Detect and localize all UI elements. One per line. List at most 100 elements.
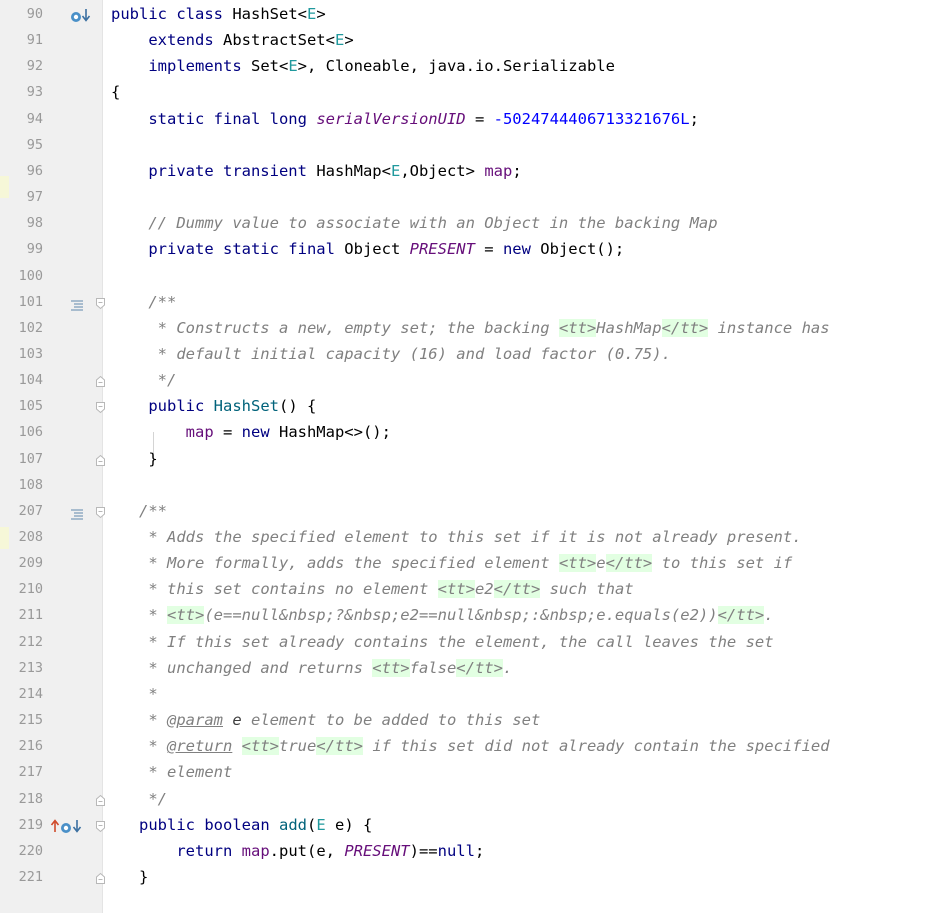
line-number[interactable]: 102 xyxy=(0,315,43,341)
code-text[interactable]: */ xyxy=(111,367,177,393)
code-line[interactable]: 101 /** xyxy=(0,289,946,315)
code-line[interactable]: 106 map = new HashMap<>(); xyxy=(0,419,946,445)
code-area[interactable]: 90 public class HashSet<E> 91 extends Abst… xyxy=(0,0,946,913)
code-text[interactable]: private transient HashMap<E,Object> map; xyxy=(111,158,521,184)
code-text[interactable]: * @return <tt>true</tt> if this set did … xyxy=(111,733,830,759)
line-number[interactable]: 100 xyxy=(0,263,43,289)
line-number[interactable]: 209 xyxy=(0,550,43,576)
line-number[interactable]: 107 xyxy=(0,446,43,472)
line-number[interactable]: 212 xyxy=(0,629,43,655)
code-text[interactable]: * this set contains no element <tt>e2</t… xyxy=(111,576,634,602)
code-text[interactable]: * Adds the specified element to this set… xyxy=(111,524,801,550)
line-number[interactable]: 91 xyxy=(0,27,43,53)
line-number[interactable]: 90 xyxy=(0,1,43,27)
fold-icon[interactable] xyxy=(95,295,106,314)
code-line[interactable]: 94 static final long serialVersionUID = … xyxy=(0,106,946,132)
code-line[interactable]: 97 xyxy=(0,184,946,210)
code-text[interactable]: implements Set<E>, Cloneable, java.io.Se… xyxy=(111,53,615,79)
line-number[interactable]: 214 xyxy=(0,681,43,707)
code-text[interactable]: extends AbstractSet<E> xyxy=(111,27,353,53)
line-number[interactable]: 219 xyxy=(0,812,43,838)
code-line[interactable]: 209 * More formally, adds the specified … xyxy=(0,550,946,576)
code-text[interactable]: static final long serialVersionUID = -50… xyxy=(111,106,699,132)
code-text[interactable]: * More formally, adds the specified elem… xyxy=(111,550,792,576)
line-number[interactable]: 104 xyxy=(0,367,43,393)
line-number[interactable]: 103 xyxy=(0,341,43,367)
line-number[interactable]: 210 xyxy=(0,576,43,602)
implements-up-icon[interactable] xyxy=(50,818,60,837)
fold-icon[interactable] xyxy=(95,399,106,418)
code-text[interactable]: private static final Object PRESENT = ne… xyxy=(111,236,624,262)
code-line[interactable]: 107 } xyxy=(0,446,946,472)
line-number[interactable]: 216 xyxy=(0,733,43,759)
line-number[interactable]: 213 xyxy=(0,655,43,681)
code-line[interactable]: 214 * xyxy=(0,681,946,707)
line-number[interactable]: 105 xyxy=(0,393,43,419)
code-text[interactable]: * xyxy=(111,681,157,707)
code-text[interactable]: /** xyxy=(111,289,176,315)
code-line[interactable]: 108 xyxy=(0,472,946,498)
code-line[interactable]: 95 xyxy=(0,132,946,158)
down-arrow-icon[interactable] xyxy=(72,818,82,837)
code-line[interactable]: 219 public boolean add(E e) { xyxy=(0,812,946,838)
line-number[interactable]: 92 xyxy=(0,53,43,79)
line-number[interactable]: 97 xyxy=(0,184,43,210)
code-text[interactable]: map = new HashMap<>(); xyxy=(111,419,391,445)
line-number[interactable]: 96 xyxy=(0,158,43,184)
fold-end-icon[interactable] xyxy=(95,452,106,471)
code-text[interactable]: * default initial capacity (16) and load… xyxy=(111,341,671,367)
code-line[interactable]: 92 implements Set<E>, Cloneable, java.io… xyxy=(0,53,946,79)
line-number[interactable]: 98 xyxy=(0,210,43,236)
code-line[interactable]: 215 * @param e element to be added to th… xyxy=(0,707,946,733)
line-number[interactable]: 217 xyxy=(0,759,43,785)
doc-lines-icon[interactable] xyxy=(70,296,84,315)
code-text[interactable]: } xyxy=(111,446,157,472)
line-number[interactable]: 101 xyxy=(0,289,43,315)
line-number[interactable]: 215 xyxy=(0,707,43,733)
fold-end-icon[interactable] xyxy=(95,870,106,889)
code-line[interactable]: 104 */ xyxy=(0,367,946,393)
code-editor[interactable]: 90 public class HashSet<E> 91 extends Abst… xyxy=(0,0,946,913)
code-line[interactable]: 221 } xyxy=(0,864,946,890)
code-line[interactable]: 102 * Constructs a new, empty set; the b… xyxy=(0,315,946,341)
line-number[interactable]: 95 xyxy=(0,132,43,158)
code-line[interactable]: 99 private static final Object PRESENT =… xyxy=(0,236,946,262)
code-text[interactable]: * <tt>(e==null&nbsp;?&nbsp;e2==null&nbsp… xyxy=(111,602,774,628)
code-line[interactable]: 207 /** xyxy=(0,498,946,524)
code-line[interactable]: 213 * unchanged and returns <tt>false</t… xyxy=(0,655,946,681)
line-number[interactable]: 218 xyxy=(0,786,43,812)
fold-end-icon[interactable] xyxy=(95,792,106,811)
line-number[interactable]: 99 xyxy=(0,236,43,262)
code-line[interactable]: 105 public HashSet() { xyxy=(0,393,946,419)
code-line[interactable]: 216 * @return <tt>true</tt> if this set … xyxy=(0,733,946,759)
code-text[interactable]: public boolean add(E e) { xyxy=(111,812,372,838)
code-line[interactable]: 211 * <tt>(e==null&nbsp;?&nbsp;e2==null&… xyxy=(0,602,946,628)
code-line[interactable]: 91 extends AbstractSet<E> xyxy=(0,27,946,53)
code-text[interactable]: * element xyxy=(111,759,232,785)
code-line[interactable]: 90 public class HashSet<E> xyxy=(0,1,946,27)
fold-end-icon[interactable] xyxy=(95,373,106,392)
line-number[interactable]: 220 xyxy=(0,838,43,864)
line-number[interactable]: 211 xyxy=(0,602,43,628)
line-number[interactable]: 108 xyxy=(0,472,43,498)
code-line[interactable]: 96 private transient HashMap<E,Object> m… xyxy=(0,158,946,184)
line-number[interactable]: 207 xyxy=(0,498,43,524)
code-line[interactable]: 212 * If this set already contains the e… xyxy=(0,629,946,655)
code-line[interactable]: 220 return map.put(e, PRESENT)==null; xyxy=(0,838,946,864)
code-text[interactable]: { xyxy=(111,79,120,105)
line-number[interactable]: 94 xyxy=(0,106,43,132)
line-number[interactable]: 106 xyxy=(0,419,43,445)
code-line[interactable]: 93 { xyxy=(0,79,946,105)
code-line[interactable]: 208 * Adds the specified element to this… xyxy=(0,524,946,550)
code-text[interactable]: } xyxy=(111,864,148,890)
code-line[interactable]: 103 * default initial capacity (16) and … xyxy=(0,341,946,367)
overrides-icon[interactable] xyxy=(60,819,72,838)
down-arrow-icon[interactable] xyxy=(81,7,91,26)
code-line[interactable]: 217 * element xyxy=(0,759,946,785)
code-text[interactable]: // Dummy value to associate with an Obje… xyxy=(111,210,717,236)
code-text[interactable]: * Constructs a new, empty set; the backi… xyxy=(111,315,830,341)
code-text[interactable]: * If this set already contains the eleme… xyxy=(111,629,773,655)
code-text[interactable]: */ xyxy=(111,786,167,812)
line-number[interactable]: 221 xyxy=(0,864,43,890)
line-number[interactable]: 208 xyxy=(0,524,43,550)
